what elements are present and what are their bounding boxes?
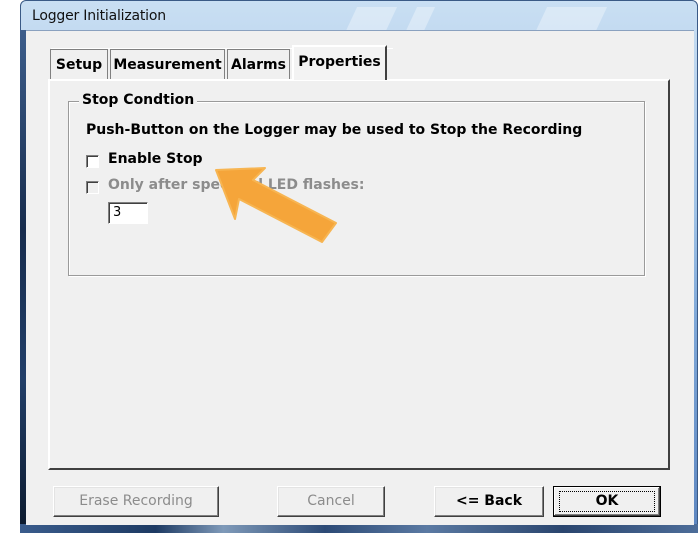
tab-label: Properties — [298, 54, 381, 70]
tab-properties[interactable]: Properties — [292, 45, 387, 80]
arrow-pointer-icon — [215, 167, 337, 243]
